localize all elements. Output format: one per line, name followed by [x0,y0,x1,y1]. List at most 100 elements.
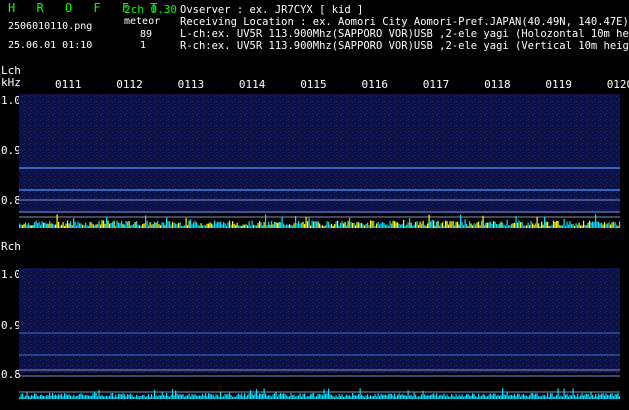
trace-sample [134,396,136,399]
trace-sample [110,223,112,228]
trace-sample [349,395,351,399]
trace-sample [287,225,289,228]
trace-sample [424,394,426,399]
trace-sample [604,222,606,228]
trace-sample [323,225,325,228]
trace-sample [232,221,234,228]
trace-sample [503,225,505,228]
trace-sample [443,225,445,228]
trace-sample [584,224,586,228]
trace-sample [148,393,150,399]
trace-sample [332,396,334,399]
trace-sample [608,395,610,399]
trace-sample [151,394,153,399]
trace-sample [442,395,444,399]
trace-sample [212,394,214,399]
trace-sample [418,396,420,399]
trace-sample [41,221,43,228]
trace-sample [227,222,229,228]
trace-sample [578,396,580,399]
trace-sample [476,396,478,399]
trace-sample [451,394,453,399]
trace-sample [389,220,391,228]
trace-sample [358,394,360,399]
trace-sample [277,222,279,228]
trace-sample [487,396,489,399]
trace-sample [317,221,319,228]
trace-sample [581,225,583,228]
trace-sample [401,224,403,228]
trace-sample [86,225,88,228]
trace-sample [214,220,216,228]
trace-sample [73,394,75,399]
trace-sample [142,394,144,399]
trace-sample [203,225,205,228]
trace-sample [422,220,424,228]
trace-sample [353,222,355,228]
trace-sample [343,396,345,399]
trace-sample [407,222,409,228]
trace-sample [599,394,601,399]
trace-sample [109,223,111,228]
trace-sample [608,222,610,228]
trace-sample [272,394,274,399]
trace-sample [164,395,166,399]
trace-sample [263,221,265,228]
trace-sample [368,396,370,399]
trace-sample [113,396,115,399]
trace-sample [85,394,87,399]
trace-sample [506,219,508,228]
trace-sample [328,388,330,399]
trace-sample [97,396,99,399]
trace-sample [365,395,367,399]
trace-sample [92,393,94,399]
trace-sample [479,396,481,399]
trace-sample [500,221,502,228]
trace-sample [160,225,162,228]
trace-sample [373,396,375,399]
trace-sample [616,394,618,399]
trace-sample [449,396,451,399]
trace-sample [127,221,129,228]
trace-sample [317,394,319,399]
trace-sample [602,224,604,228]
trace-sample [32,395,34,399]
trace-sample [296,223,298,228]
trace-sample [301,222,303,228]
trace-sample [305,396,307,399]
trace-sample [344,221,346,228]
trace-sample [40,225,42,228]
trace-sample [439,395,441,399]
trace-sample [209,393,211,399]
trace-sample [110,393,112,399]
trace-sample [112,221,114,228]
trace-sample [20,224,22,228]
trace-sample [185,395,187,399]
trace-sample [167,396,169,399]
trace-sample [86,395,88,399]
trace-sample [434,395,436,399]
lch-signal-trace [19,214,621,228]
trace-sample [473,393,475,399]
trace-sample [526,225,528,228]
trace-sample [448,396,450,399]
trace-sample [137,396,139,399]
trace-sample [416,396,418,399]
trace-sample [284,393,286,399]
trace-sample [43,222,45,228]
trace-sample [331,395,333,399]
trace-sample [512,223,514,228]
trace-sample [161,221,163,228]
trace-sample [55,224,57,228]
trace-sample [475,224,477,228]
trace-sample [173,395,175,399]
trace-sample [493,221,495,228]
trace-sample [70,395,72,399]
trace-sample [458,224,460,228]
trace-sample [319,394,321,399]
trace-sample [94,391,96,399]
trace-sample [49,220,51,228]
trace-sample [454,225,456,228]
trace-sample [355,395,357,399]
trace-sample [85,222,87,228]
